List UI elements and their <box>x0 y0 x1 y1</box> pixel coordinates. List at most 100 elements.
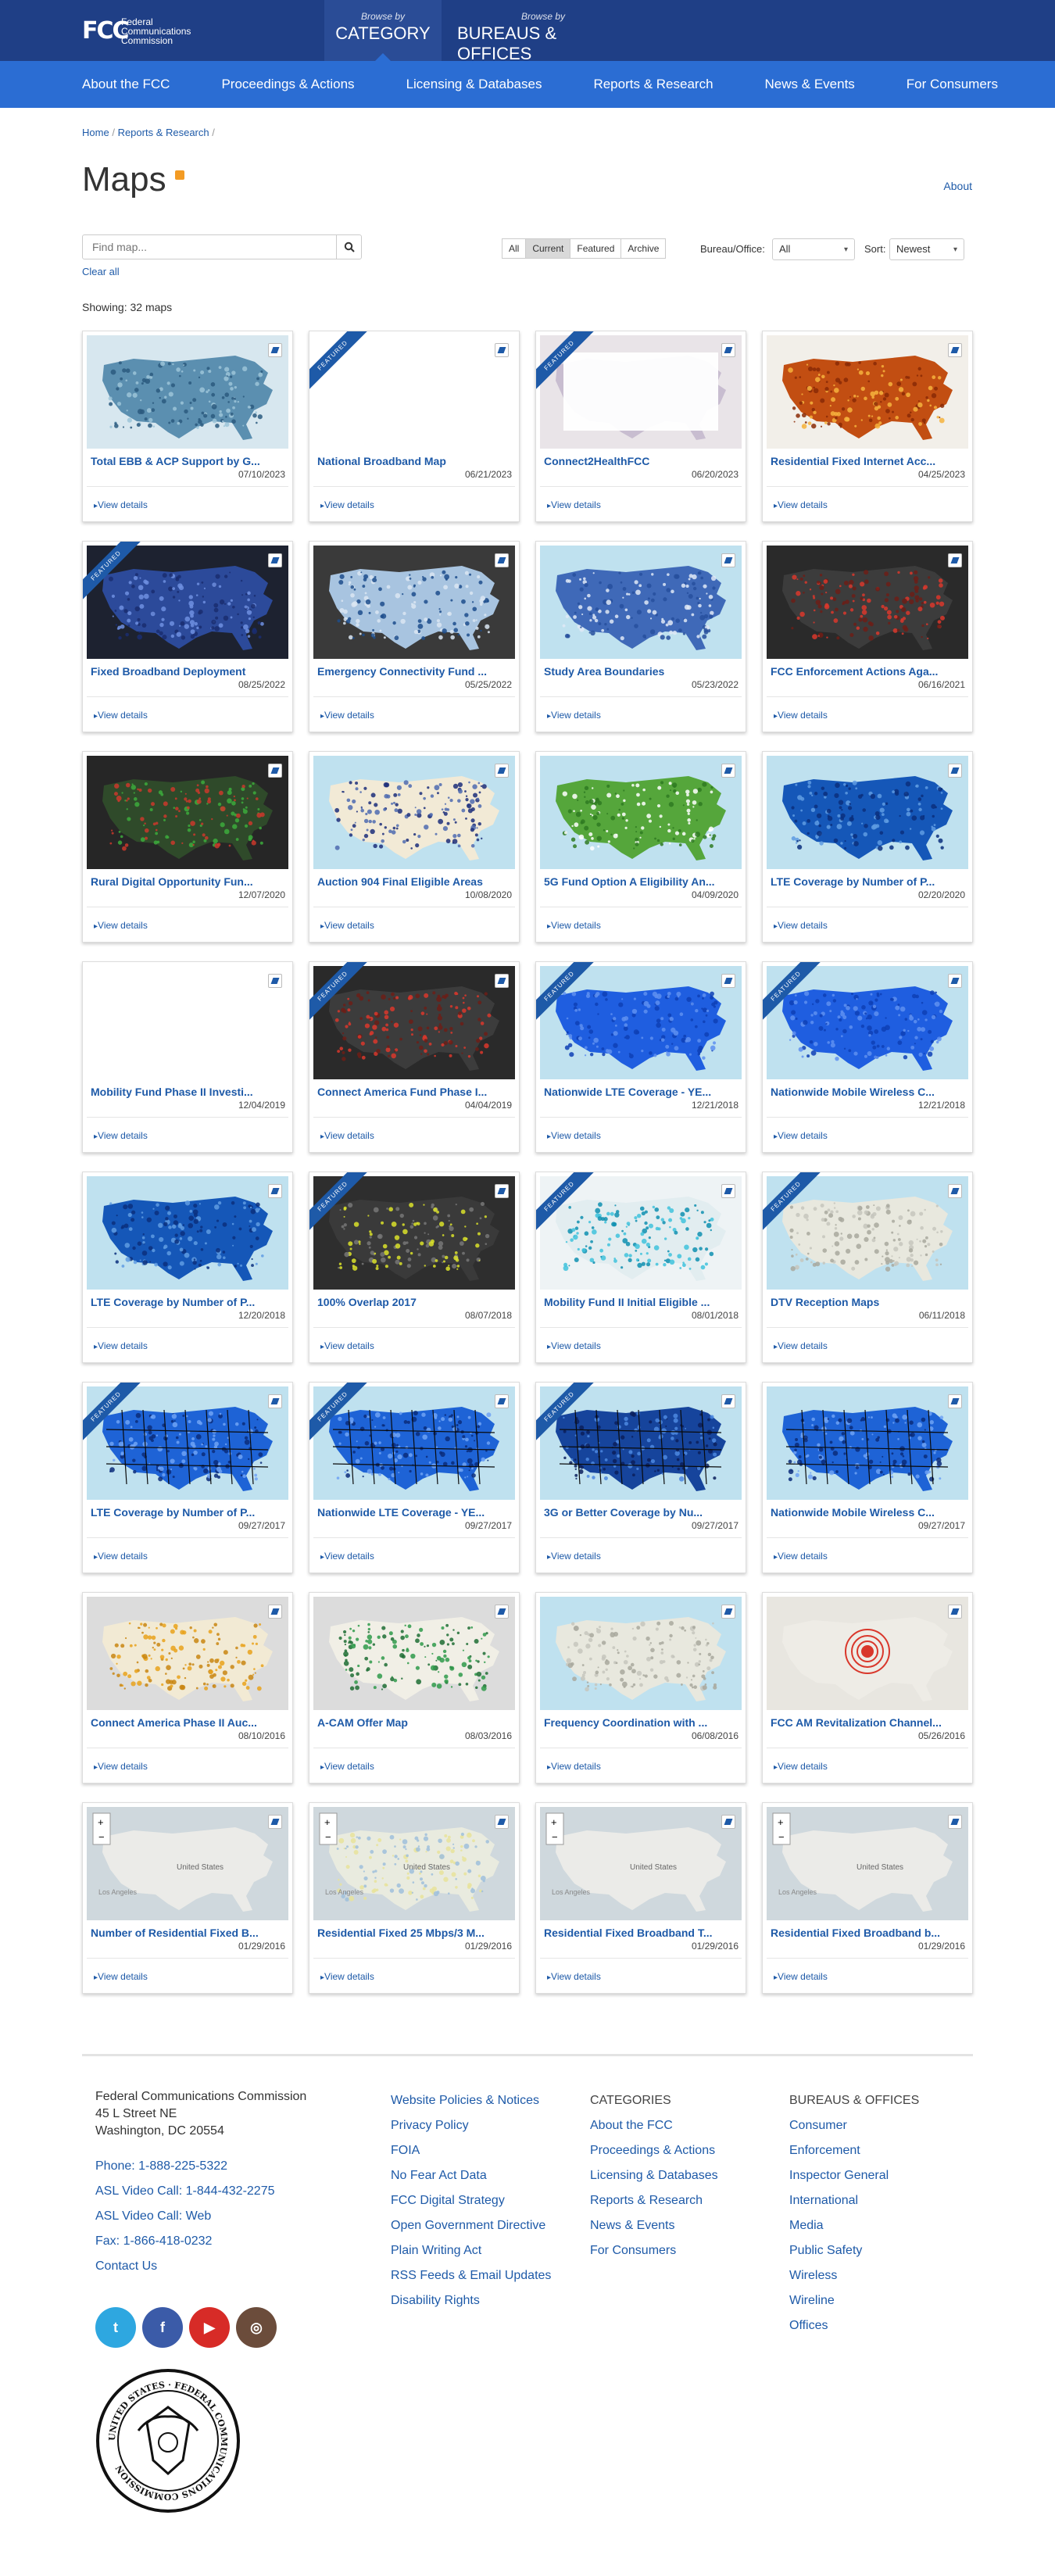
open-external-icon[interactable] <box>721 1394 735 1408</box>
map-title-link[interactable]: Rural Digital Opportunity Fun... <box>91 875 270 888</box>
clear-all-link[interactable]: Clear all <box>82 266 120 277</box>
map-title-link[interactable]: LTE Coverage by Number of P... <box>91 1506 270 1519</box>
view-details-link[interactable]: View details <box>320 1761 374 1772</box>
footer-bureau-link[interactable]: Consumer <box>789 2113 919 2138</box>
open-external-icon[interactable] <box>268 1394 282 1408</box>
map-thumbnail[interactable] <box>87 966 288 1079</box>
map-card[interactable]: FEATUREDDTV Reception Maps06/11/2018View… <box>762 1172 973 1363</box>
map-title-link[interactable]: FCC Enforcement Actions Aga... <box>771 665 950 678</box>
open-external-icon[interactable] <box>721 553 735 567</box>
view-details-link[interactable]: View details <box>774 920 828 931</box>
map-title-link[interactable]: LTE Coverage by Number of P... <box>91 1296 270 1308</box>
view-details-link[interactable]: View details <box>94 710 148 721</box>
view-details-link[interactable]: View details <box>320 499 374 510</box>
map-card[interactable]: FCC Enforcement Actions Aga... 06/16/2021… <box>762 541 973 732</box>
map-thumbnail[interactable] <box>313 546 515 659</box>
view-details-link[interactable]: View details <box>94 1551 148 1562</box>
rss-icon[interactable] <box>175 170 184 180</box>
map-card[interactable]: Residential Fixed Internet Acc... 04/25/2… <box>762 331 973 522</box>
view-details-link[interactable]: View details <box>774 1761 828 1772</box>
open-external-icon[interactable] <box>495 553 509 567</box>
breadcrumb-home[interactable]: Home <box>82 127 109 138</box>
view-details-link[interactable]: View details <box>94 920 148 931</box>
map-thumbnail[interactable] <box>313 1597 515 1710</box>
map-card[interactable]: United States Los Angeles + − Number of Resi… <box>82 1802 293 1994</box>
map-title-link[interactable]: Emergency Connectivity Fund ... <box>317 665 497 678</box>
map-card[interactable]: A-CAM Offer Map08/03/2016 View details <box>309 1592 520 1784</box>
browse-by-bureaus-tab[interactable]: Browse by BUREAUS & OFFICES <box>457 11 629 64</box>
footer-category-link[interactable]: Proceedings & Actions <box>590 2138 718 2163</box>
search-input[interactable] <box>83 235 336 259</box>
footer-category-link[interactable]: About the FCC <box>590 2113 718 2138</box>
map-title-link[interactable]: Auction 904 Final Eligible Areas <box>317 875 497 888</box>
map-card[interactable]: FEATURED Mobility Fund II Initial Eligibl… <box>535 1172 746 1363</box>
map-card[interactable]: Connect America Phase II Auc... 08/10/201… <box>82 1592 293 1784</box>
open-external-icon[interactable] <box>948 553 962 567</box>
map-title-link[interactable]: Number of Residential Fixed B... <box>91 1927 270 1939</box>
view-details-link[interactable]: View details <box>774 499 828 510</box>
nav-licensing[interactable]: Licensing & Databases <box>406 77 542 92</box>
nav-about[interactable]: About the FCC <box>82 77 170 92</box>
contact-us-link[interactable]: Contact Us <box>95 2254 306 2279</box>
map-title-link[interactable]: DTV Reception Maps <box>771 1296 950 1308</box>
footer-policy-link[interactable]: FOIA <box>391 2138 551 2163</box>
map-card[interactable]: United States Los Angeles + − Residential Fi… <box>309 1802 520 1994</box>
map-thumbnail[interactable]: United States Los Angeles + − <box>767 1807 968 1920</box>
view-details-link[interactable]: View details <box>774 1971 828 1982</box>
zoom-out-icon[interactable]: − <box>98 1831 105 1843</box>
zoom-out-icon[interactable]: − <box>552 1831 558 1843</box>
sort-select[interactable]: Newest ▾ <box>889 238 964 260</box>
map-title-link[interactable]: National Broadband Map <box>317 455 497 467</box>
footer-policy-link[interactable]: Privacy Policy <box>391 2113 551 2138</box>
map-card[interactable]: FEATURED Nationwide LTE Coverage - YE... 1… <box>535 961 746 1153</box>
map-card[interactable]: FEATURED 3G or Better Coverage by Nu... 09… <box>535 1382 746 1573</box>
view-details-link[interactable]: View details <box>774 1130 828 1141</box>
view-details-link[interactable]: View details <box>547 1340 601 1351</box>
asl-web-link[interactable]: ASL Video Call: Web <box>95 2204 306 2229</box>
view-details-link[interactable]: View details <box>320 710 374 721</box>
map-thumbnail[interactable] <box>87 1176 288 1290</box>
map-card[interactable]: Total EBB & ACP Support by G... 07/10/202… <box>82 331 293 522</box>
open-external-icon[interactable] <box>948 343 962 357</box>
map-title-link[interactable]: FCC AM Revitalization Channel... <box>771 1716 950 1729</box>
map-title-link[interactable]: A-CAM Offer Map <box>317 1716 497 1729</box>
open-external-icon[interactable] <box>721 343 735 357</box>
filter-featured-button[interactable]: Featured <box>570 238 622 259</box>
map-thumbnail[interactable] <box>540 756 742 869</box>
map-card[interactable]: Frequency Coordination with ... 06/08/201… <box>535 1592 746 1784</box>
map-card[interactable]: Auction 904 Final Eligible Areas 10/08/20… <box>309 751 520 943</box>
map-title-link[interactable]: Residential Fixed Broadband T... <box>544 1927 724 1939</box>
footer-category-link[interactable]: Reports & Research <box>590 2188 718 2213</box>
map-title-link[interactable]: Residential Fixed 25 Mbps/3 M... <box>317 1927 497 1939</box>
map-title-link[interactable]: LTE Coverage by Number of P... <box>771 875 950 888</box>
footer-policy-link[interactable]: RSS Feeds & Email Updates <box>391 2263 551 2288</box>
open-external-icon[interactable] <box>495 1815 509 1829</box>
view-details-link[interactable]: View details <box>774 710 828 721</box>
map-thumbnail[interactable] <box>767 756 968 869</box>
footer-bureau-link[interactable]: Offices <box>789 2313 919 2338</box>
footer-policy-link[interactable]: Open Government Directive <box>391 2213 551 2238</box>
zoom-in-icon[interactable]: + <box>778 1816 784 1828</box>
view-details-link[interactable]: View details <box>320 1130 374 1141</box>
view-details-link[interactable]: View details <box>320 1340 374 1351</box>
view-details-link[interactable]: View details <box>547 499 601 510</box>
open-external-icon[interactable] <box>948 1815 962 1829</box>
open-external-icon[interactable] <box>948 1184 962 1198</box>
open-external-icon[interactable] <box>268 1815 282 1829</box>
view-details-link[interactable]: View details <box>547 920 601 931</box>
bureau-select[interactable]: All ▾ <box>772 238 855 260</box>
footer-bureau-link[interactable]: Media <box>789 2213 919 2238</box>
map-card[interactable]: FEATURED Fixed Broadband Deployment 08/25/… <box>82 541 293 732</box>
footer-category-link[interactable]: News & Events <box>590 2213 718 2238</box>
map-title-link[interactable]: Residential Fixed Broadband b... <box>771 1927 950 1939</box>
map-thumbnail[interactable]: United States Los Angeles + − <box>540 1807 742 1920</box>
zoom-in-icon[interactable]: + <box>98 1816 104 1828</box>
view-details-link[interactable]: View details <box>320 1551 374 1562</box>
footer-category-link[interactable]: For Consumers <box>590 2238 718 2263</box>
zoom-in-icon[interactable]: + <box>324 1816 331 1828</box>
filter-all-button[interactable]: All <box>502 238 527 259</box>
footer-policy-link[interactable]: Disability Rights <box>391 2288 551 2313</box>
asl-phone-link[interactable]: ASL Video Call: 1-844-432-2275 <box>95 2179 306 2204</box>
fcc-logo[interactable]: FCC Federal Communications Commission <box>82 17 191 45</box>
map-card[interactable]: LTE Coverage by Number of P... 02/20/2020… <box>762 751 973 943</box>
